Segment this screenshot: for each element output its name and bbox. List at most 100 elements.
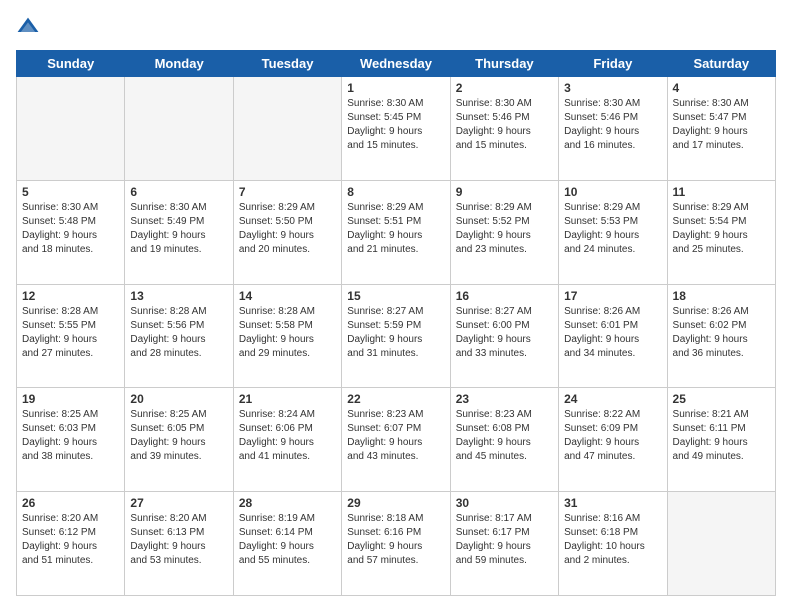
logo bbox=[16, 16, 42, 40]
day-info: Sunrise: 8:23 AMSunset: 6:07 PMDaylight:… bbox=[347, 408, 444, 464]
day-info: Sunrise: 8:19 AMSunset: 6:14 PMDaylight:… bbox=[239, 512, 336, 568]
day-info: Sunrise: 8:29 AMSunset: 5:50 PMDaylight:… bbox=[239, 201, 336, 257]
table-row: 24Sunrise: 8:22 AMSunset: 6:09 PMDayligh… bbox=[559, 388, 667, 492]
table-row bbox=[233, 77, 341, 181]
table-row: 30 Sunrise: 8:17 AMSunset: 6:17 PMDayligh… bbox=[450, 492, 558, 596]
table-row: 11 Sunrise: 8:29 AMSunset: 5:54 PMDayligh… bbox=[667, 180, 775, 284]
day-number: 16 bbox=[456, 289, 553, 303]
table-row: 17 Sunrise: 8:26 AMSunset: 6:01 PMDayligh… bbox=[559, 284, 667, 388]
table-row: 22 Sunrise: 8:23 AMSunset: 6:07 PMDayligh… bbox=[342, 388, 450, 492]
day-number: 6 bbox=[130, 185, 227, 199]
table-row: 7 Sunrise: 8:29 AMSunset: 5:50 PMDaylight… bbox=[233, 180, 341, 284]
day-info: Sunrise: 8:28 AMSunset: 5:56 PMDaylight:… bbox=[130, 305, 227, 361]
table-row bbox=[667, 492, 775, 596]
day-info: Sunrise: 8:20 AMSunset: 6:13 PMDaylight:… bbox=[130, 512, 227, 568]
col-monday: Monday bbox=[125, 51, 233, 77]
day-number: 29 bbox=[347, 496, 444, 510]
day-number: 22 bbox=[347, 392, 444, 406]
table-row: 29 Sunrise: 8:18 AMSunset: 6:16 PMDayligh… bbox=[342, 492, 450, 596]
table-row: 3Sunrise: 8:30 AMSunset: 5:46 PMDaylight… bbox=[559, 77, 667, 181]
col-tuesday: Tuesday bbox=[233, 51, 341, 77]
day-number: 18 bbox=[673, 289, 770, 303]
day-number: 5 bbox=[22, 185, 119, 199]
day-info: Sunrise: 8:26 AMSunset: 6:01 PMDaylight:… bbox=[564, 305, 661, 361]
calendar-table: Sunday Monday Tuesday Wednesday Thursday… bbox=[16, 50, 776, 596]
day-info: Sunrise: 8:29 AMSunset: 5:54 PMDaylight:… bbox=[673, 201, 770, 257]
table-row: 20Sunrise: 8:25 AMSunset: 6:05 PMDayligh… bbox=[125, 388, 233, 492]
day-number: 25 bbox=[673, 392, 770, 406]
day-info: Sunrise: 8:16 AMSunset: 6:18 PMDaylight:… bbox=[564, 512, 661, 568]
day-info: Sunrise: 8:26 AMSunset: 6:02 PMDaylight:… bbox=[673, 305, 770, 361]
day-info: Sunrise: 8:28 AMSunset: 5:58 PMDaylight:… bbox=[239, 305, 336, 361]
day-info: Sunrise: 8:28 AMSunset: 5:55 PMDaylight:… bbox=[22, 305, 119, 361]
day-info: Sunrise: 8:21 AMSunset: 6:11 PMDaylight:… bbox=[673, 408, 770, 464]
day-number: 28 bbox=[239, 496, 336, 510]
table-row: 10 Sunrise: 8:29 AMSunset: 5:53 PMDayligh… bbox=[559, 180, 667, 284]
calendar-week-row: 1Sunrise: 8:30 AMSunset: 5:45 PMDaylight… bbox=[17, 77, 776, 181]
day-number: 27 bbox=[130, 496, 227, 510]
table-row: 13 Sunrise: 8:28 AMSunset: 5:56 PMDayligh… bbox=[125, 284, 233, 388]
day-number: 24 bbox=[564, 392, 661, 406]
day-number: 23 bbox=[456, 392, 553, 406]
table-row: 28 Sunrise: 8:19 AMSunset: 6:14 PMDayligh… bbox=[233, 492, 341, 596]
table-row: 19 Sunrise: 8:25 AMSunset: 6:03 PMDayligh… bbox=[17, 388, 125, 492]
day-number: 11 bbox=[673, 185, 770, 199]
day-info: Sunrise: 8:29 AMSunset: 5:51 PMDaylight:… bbox=[347, 201, 444, 257]
table-row: 1Sunrise: 8:30 AMSunset: 5:45 PMDaylight… bbox=[342, 77, 450, 181]
table-row bbox=[125, 77, 233, 181]
day-info: Sunrise: 8:25 AMSunset: 6:03 PMDaylight:… bbox=[22, 408, 119, 464]
header bbox=[16, 16, 776, 40]
day-info: Sunrise: 8:17 AMSunset: 6:17 PMDaylight:… bbox=[456, 512, 553, 568]
table-row: 31 Sunrise: 8:16 AMSunset: 6:18 PMDayligh… bbox=[559, 492, 667, 596]
day-number: 10 bbox=[564, 185, 661, 199]
day-number: 19 bbox=[22, 392, 119, 406]
day-number: 9 bbox=[456, 185, 553, 199]
table-row: 27 Sunrise: 8:20 AMSunset: 6:13 PMDayligh… bbox=[125, 492, 233, 596]
day-number: 26 bbox=[22, 496, 119, 510]
page: Sunday Monday Tuesday Wednesday Thursday… bbox=[0, 0, 792, 612]
calendar-header-row: Sunday Monday Tuesday Wednesday Thursday… bbox=[17, 51, 776, 77]
day-number: 17 bbox=[564, 289, 661, 303]
table-row: 6 Sunrise: 8:30 AMSunset: 5:49 PMDaylight… bbox=[125, 180, 233, 284]
table-row: 21 Sunrise: 8:24 AMSunset: 6:06 PMDayligh… bbox=[233, 388, 341, 492]
day-info: Sunrise: 8:25 AMSunset: 6:05 PMDaylight:… bbox=[130, 408, 227, 464]
table-row: 8 Sunrise: 8:29 AMSunset: 5:51 PMDaylight… bbox=[342, 180, 450, 284]
col-saturday: Saturday bbox=[667, 51, 775, 77]
day-info: Sunrise: 8:29 AMSunset: 5:52 PMDaylight:… bbox=[456, 201, 553, 257]
col-wednesday: Wednesday bbox=[342, 51, 450, 77]
calendar-week-row: 19 Sunrise: 8:25 AMSunset: 6:03 PMDayligh… bbox=[17, 388, 776, 492]
calendar-week-row: 5 Sunrise: 8:30 AMSunset: 5:48 PMDaylight… bbox=[17, 180, 776, 284]
day-number: 31 bbox=[564, 496, 661, 510]
table-row bbox=[17, 77, 125, 181]
day-info: Sunrise: 8:23 AMSunset: 6:08 PMDaylight:… bbox=[456, 408, 553, 464]
table-row: 5 Sunrise: 8:30 AMSunset: 5:48 PMDaylight… bbox=[17, 180, 125, 284]
table-row: 26Sunrise: 8:20 AMSunset: 6:12 PMDayligh… bbox=[17, 492, 125, 596]
day-number: 30 bbox=[456, 496, 553, 510]
day-number: 15 bbox=[347, 289, 444, 303]
table-row: 9 Sunrise: 8:29 AMSunset: 5:52 PMDaylight… bbox=[450, 180, 558, 284]
calendar-week-row: 12Sunrise: 8:28 AMSunset: 5:55 PMDayligh… bbox=[17, 284, 776, 388]
day-number: 21 bbox=[239, 392, 336, 406]
col-sunday: Sunday bbox=[17, 51, 125, 77]
day-number: 7 bbox=[239, 185, 336, 199]
day-info: Sunrise: 8:30 AMSunset: 5:46 PMDaylight:… bbox=[564, 97, 661, 153]
logo-icon bbox=[16, 16, 40, 40]
table-row: 14 Sunrise: 8:28 AMSunset: 5:58 PMDayligh… bbox=[233, 284, 341, 388]
table-row: 18 Sunrise: 8:26 AMSunset: 6:02 PMDayligh… bbox=[667, 284, 775, 388]
day-number: 8 bbox=[347, 185, 444, 199]
day-number: 14 bbox=[239, 289, 336, 303]
day-info: Sunrise: 8:29 AMSunset: 5:53 PMDaylight:… bbox=[564, 201, 661, 257]
table-row: 2 Sunrise: 8:30 AMSunset: 5:46 PMDaylight… bbox=[450, 77, 558, 181]
day-info: Sunrise: 8:30 AMSunset: 5:45 PMDaylight:… bbox=[347, 97, 444, 153]
day-info: Sunrise: 8:18 AMSunset: 6:16 PMDaylight:… bbox=[347, 512, 444, 568]
day-info: Sunrise: 8:30 AMSunset: 5:46 PMDaylight:… bbox=[456, 97, 553, 153]
day-info: Sunrise: 8:30 AMSunset: 5:48 PMDaylight:… bbox=[22, 201, 119, 257]
table-row: 23 Sunrise: 8:23 AMSunset: 6:08 PMDayligh… bbox=[450, 388, 558, 492]
day-number: 2 bbox=[456, 81, 553, 95]
day-info: Sunrise: 8:30 AMSunset: 5:49 PMDaylight:… bbox=[130, 201, 227, 257]
table-row: 15Sunrise: 8:27 AMSunset: 5:59 PMDayligh… bbox=[342, 284, 450, 388]
day-info: Sunrise: 8:24 AMSunset: 6:06 PMDaylight:… bbox=[239, 408, 336, 464]
table-row: 16Sunrise: 8:27 AMSunset: 6:00 PMDayligh… bbox=[450, 284, 558, 388]
day-number: 13 bbox=[130, 289, 227, 303]
table-row: 12Sunrise: 8:28 AMSunset: 5:55 PMDayligh… bbox=[17, 284, 125, 388]
